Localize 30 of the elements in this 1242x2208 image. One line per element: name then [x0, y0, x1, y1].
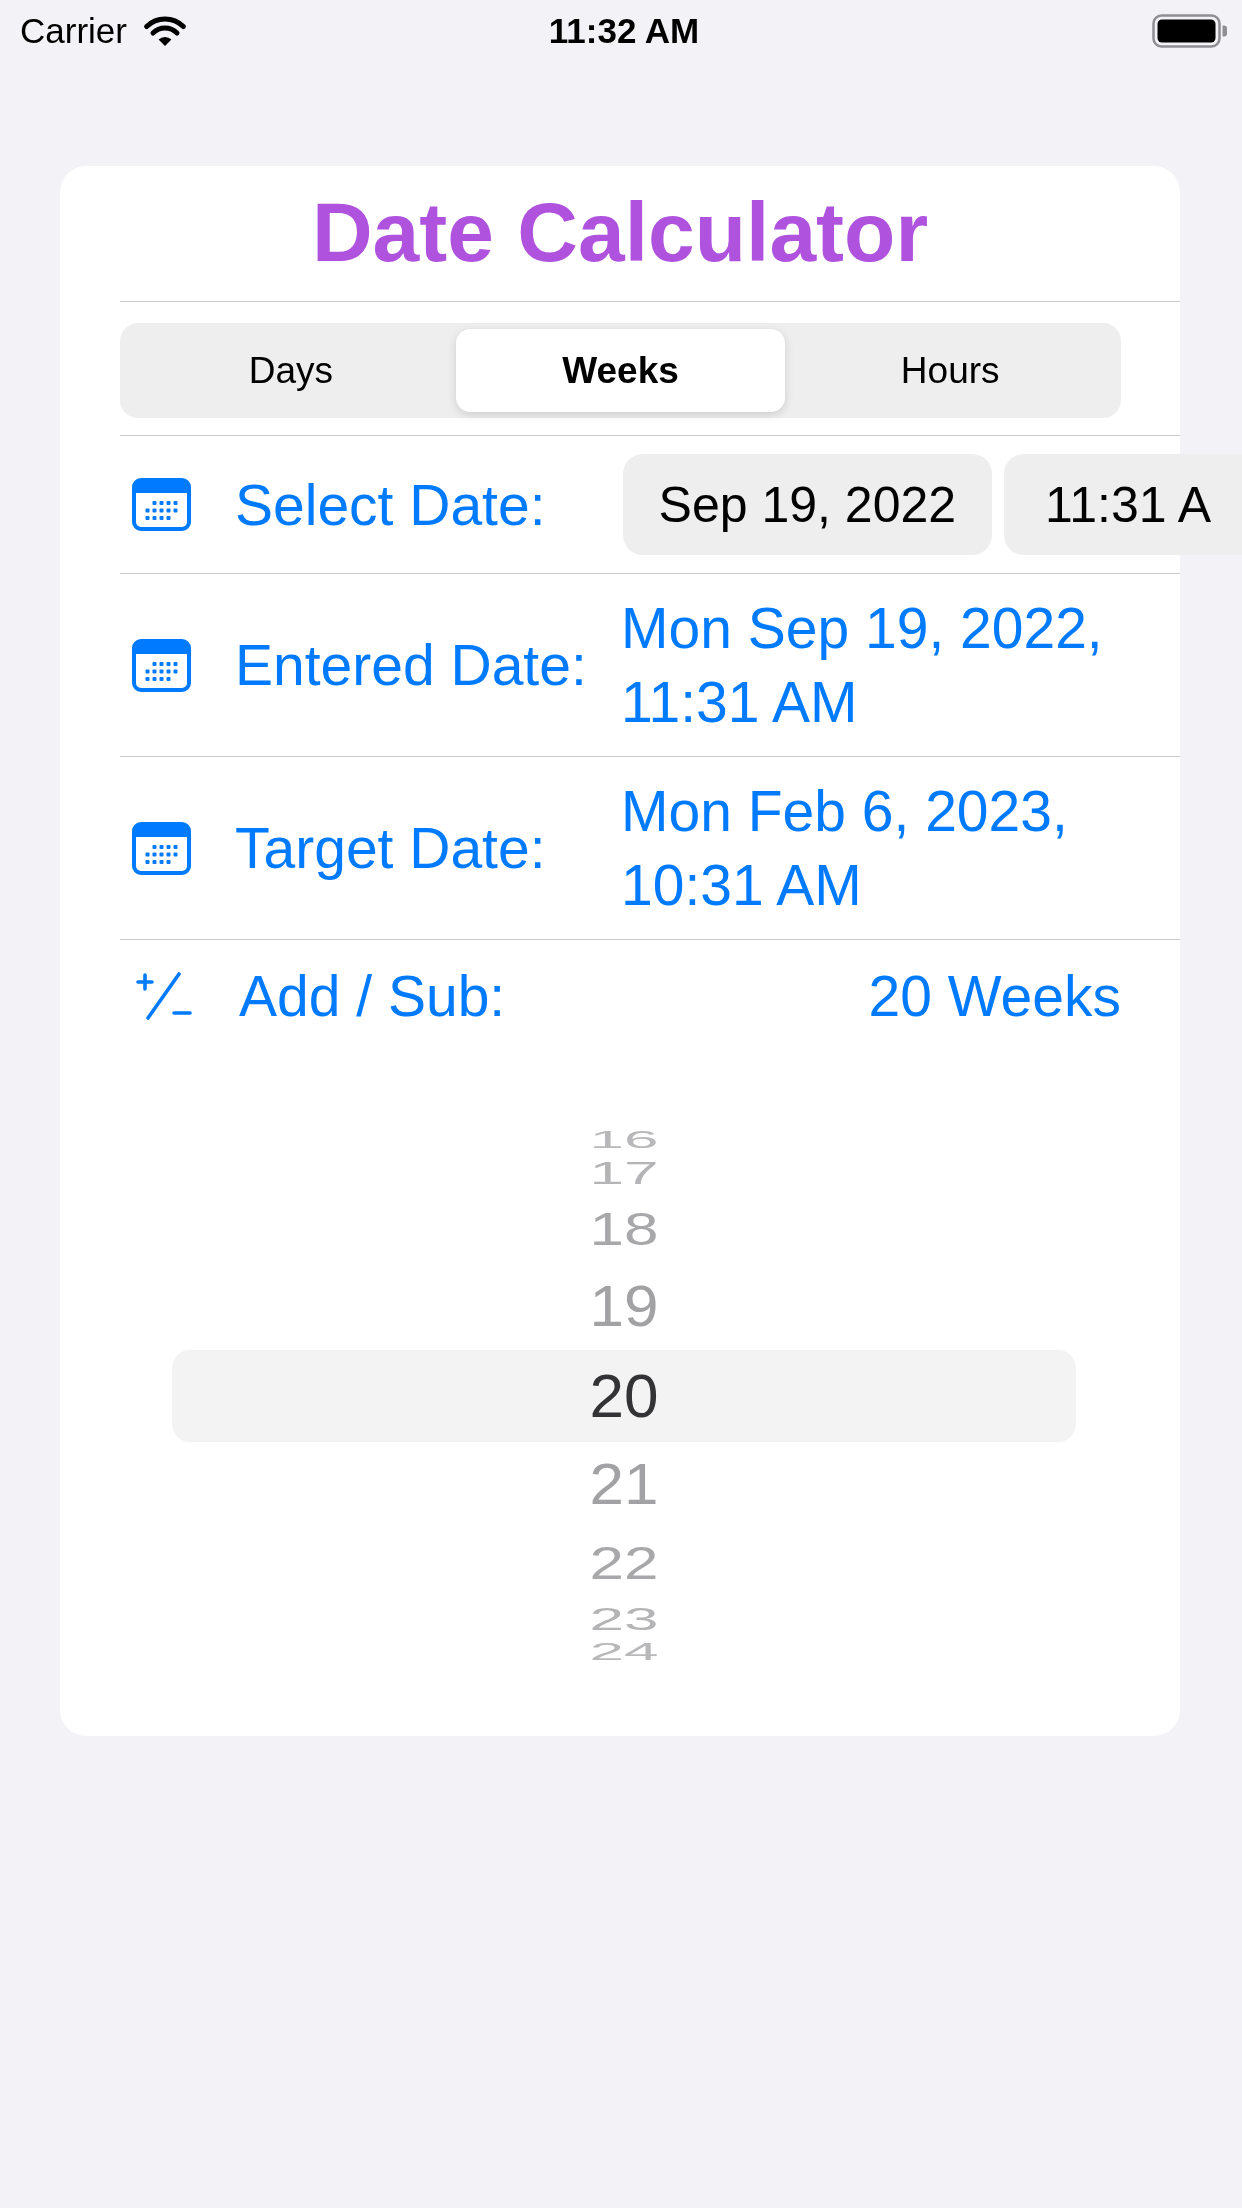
battery-icon [1152, 14, 1228, 48]
tab[interactable]: Hours [785, 329, 1115, 412]
date-value: Mon Feb 6, 2023, 10:31 AM [621, 778, 1069, 919]
picker-item[interactable]: 19 [589, 1264, 659, 1350]
picker-item[interactable]: 24 [589, 1640, 659, 1664]
clock-time: 11:32 AM [548, 11, 700, 51]
picker-item[interactable]: 23 [589, 1598, 659, 1640]
tab[interactable]: Days [126, 329, 456, 412]
field-label: Select Date: [235, 471, 546, 538]
calendar-icon [132, 478, 191, 531]
picker-item[interactable]: 16 [589, 1128, 659, 1152]
calendar-icon [132, 638, 191, 692]
calendar-icon [132, 821, 191, 875]
picker-item[interactable]: 22 [589, 1528, 659, 1598]
tab[interactable]: Weeks [455, 329, 786, 412]
field-label: Add / Sub: [239, 963, 506, 1029]
picker-item[interactable]: 21 [589, 1442, 659, 1528]
wifi-icon [141, 14, 188, 48]
amount-value: 20 Weeks [868, 963, 1121, 1029]
picker-item[interactable]: 18 [589, 1194, 659, 1264]
plus-minus-icon [135, 971, 193, 1021]
carrier-name: Carrier [20, 11, 127, 51]
field-label: Entered Date: [235, 632, 587, 698]
date-picker-button[interactable]: Sep 19, 2022 [622, 454, 993, 555]
date-value: Mon Sep 19, 2022, 11:31 AM [621, 595, 1104, 736]
time-picker-button[interactable]: 11:31 A [1004, 454, 1242, 555]
picker-item[interactable]: 17 [589, 1152, 659, 1194]
picker-item[interactable]: 20 [172, 1350, 1076, 1442]
field-label: Target Date: [235, 815, 546, 881]
app-title: Date Calculator [311, 185, 929, 279]
